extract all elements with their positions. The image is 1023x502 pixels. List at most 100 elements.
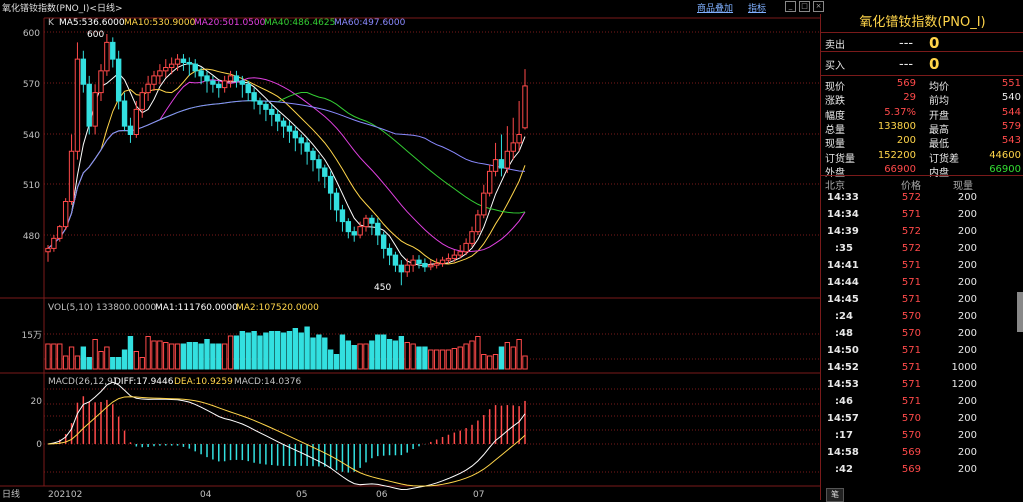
tick-volume: 200 <box>957 192 977 203</box>
volume-bar <box>92 339 98 370</box>
volume-bar <box>469 340 475 370</box>
tick-row[interactable]: 14:58 569 200 <box>821 447 1021 461</box>
volume-bar <box>457 346 463 370</box>
candle-body <box>104 41 110 72</box>
tick-price: 572 <box>901 226 921 237</box>
kline-chart[interactable]: K MA5:536.6000 MA10:530.9000 MA20:501.05… <box>0 14 820 500</box>
vol-ytick: 15万 <box>22 331 42 341</box>
minimize-icon[interactable]: _ <box>785 1 796 12</box>
volume-bar <box>68 346 75 370</box>
volume-bar <box>433 349 440 370</box>
maximize-icon[interactable]: □ <box>799 1 810 12</box>
tick-header-time: 北京 <box>825 181 845 192</box>
tick-scrollbar[interactable] <box>1017 292 1023 332</box>
ma40-readout: MA40:486.4625 <box>264 18 335 28</box>
volume-bar <box>104 346 110 370</box>
tick-row[interactable]: 14:45 571 200 <box>821 294 1021 308</box>
candle-body <box>216 83 222 89</box>
window-controls: _ □ × <box>785 1 824 12</box>
candle-body <box>486 170 493 194</box>
stat-value: 66900 <box>989 163 1021 175</box>
ma60-readout: MA60:497.6000 <box>334 18 406 28</box>
candle-body <box>345 221 352 233</box>
period-label: 日线 <box>2 488 20 500</box>
volume-bar <box>239 331 246 370</box>
stats-row: 涨跌 29 前均 540 <box>821 92 1021 107</box>
ma40-line <box>47 91 526 249</box>
candle-body <box>428 264 434 268</box>
candle-body <box>62 201 69 228</box>
tick-row[interactable]: 14:33 572 200 <box>821 192 1021 206</box>
volume-bar <box>398 336 405 370</box>
buy-row: 买入 --- 0 <box>821 55 1021 73</box>
candle-body <box>221 80 228 89</box>
tick-row[interactable]: 14:52 571 1000 <box>821 362 1021 376</box>
tick-price: 571 <box>901 362 921 373</box>
tick-volume: 200 <box>957 209 977 220</box>
close-icon[interactable]: × <box>813 1 824 12</box>
vol-ma1: MA1:111760.0000 <box>155 303 238 313</box>
tick-price: 570 <box>901 413 921 424</box>
volume-bar <box>316 334 322 370</box>
tick-row[interactable]: :24 570 200 <box>821 311 1021 325</box>
candle-body <box>416 259 422 264</box>
tick-volume: 200 <box>957 260 977 271</box>
volume-bar <box>145 336 151 370</box>
tick-row[interactable]: :35 572 200 <box>821 243 1021 257</box>
macd-value: MACD:14.0376 <box>234 377 302 387</box>
candle-body <box>157 70 163 77</box>
x-tick: 202102 <box>48 490 82 500</box>
tick-price: 571 <box>901 277 921 288</box>
tick-time: :48 <box>835 328 853 339</box>
stat-value: 569 <box>896 78 916 89</box>
volume-bar <box>439 349 446 370</box>
tick-row[interactable]: 14:44 571 200 <box>821 277 1021 291</box>
candle-body <box>68 150 75 202</box>
indicator-link[interactable]: 指标 <box>748 1 766 14</box>
candle-body <box>363 217 369 228</box>
volume-bar <box>363 343 369 370</box>
tick-row[interactable]: 14:57 570 200 <box>821 413 1021 427</box>
tick-row[interactable]: 14:53 571 1200 <box>821 379 1021 393</box>
volume-bar <box>168 343 175 370</box>
candle-body <box>392 254 399 266</box>
volume-bar <box>245 332 251 370</box>
candle-body <box>45 247 51 253</box>
tick-row[interactable]: :42 569 200 <box>821 464 1021 478</box>
candle-body <box>439 259 446 264</box>
tick-price: 571 <box>901 379 921 390</box>
candle-body <box>257 100 263 105</box>
tick-row[interactable]: :17 570 200 <box>821 430 1021 444</box>
stats-row: 幅度 5.37% 开盘 544 <box>821 106 1021 122</box>
tick-time: 14:41 <box>827 260 859 271</box>
candle-body <box>57 226 63 239</box>
tick-row[interactable]: 14:50 571 200 <box>821 345 1021 359</box>
overlay-symbol-link[interactable]: 商品叠加 <box>697 1 733 14</box>
candle-body <box>522 85 528 129</box>
candle-body <box>375 222 381 236</box>
candle-body <box>51 237 57 249</box>
stat-value: 544 <box>1001 106 1021 118</box>
candle-body <box>433 262 440 266</box>
kline-prefix: K <box>48 18 55 28</box>
tick-row[interactable]: :46 571 200 <box>821 396 1021 410</box>
tick-row[interactable]: 14:34 571 200 <box>821 209 1021 223</box>
volume-bar <box>486 355 493 370</box>
volume-bar <box>422 346 428 370</box>
tick-row[interactable]: 14:39 572 200 <box>821 226 1021 240</box>
candle-body <box>380 234 387 249</box>
buy-qty: 0 <box>929 55 940 73</box>
volume-bar <box>274 331 281 370</box>
tick-header-price: 价格 <box>901 181 921 192</box>
tick-row[interactable]: 14:41 571 200 <box>821 260 1021 274</box>
candle-body <box>168 63 175 69</box>
candle-body <box>86 83 92 127</box>
candle-body <box>127 125 134 135</box>
tick-time: :42 <box>835 464 853 475</box>
volume-bar <box>133 351 140 370</box>
volume-bar <box>163 342 169 370</box>
volume-bar <box>463 343 469 370</box>
tick-row[interactable]: :48 570 200 <box>821 328 1021 342</box>
volume-bar <box>139 357 145 370</box>
candle-body <box>357 226 363 236</box>
